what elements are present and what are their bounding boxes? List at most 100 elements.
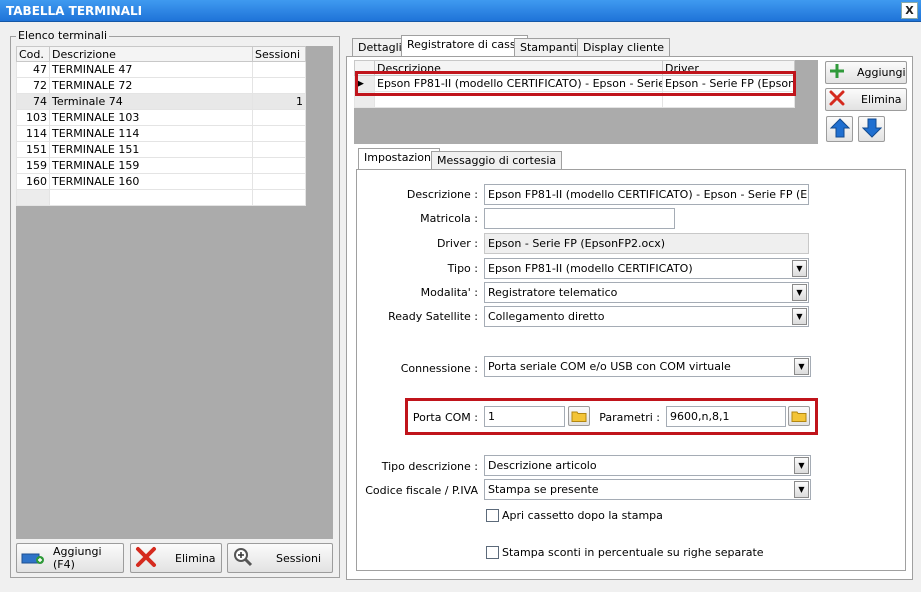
- delete-terminal-button[interactable]: Elimina: [130, 543, 222, 573]
- tab-messaggio-di-cortesia[interactable]: Messaggio di cortesia: [431, 151, 563, 170]
- tab-stampanti[interactable]: Stampanti: [514, 38, 583, 57]
- modalita-select[interactable]: Registratore telematico ▼: [484, 282, 809, 303]
- apri-cassetto-checkbox[interactable]: [486, 509, 499, 522]
- move-up-button[interactable]: [826, 116, 853, 142]
- add-terminal-label: Aggiungi (F4): [53, 545, 102, 571]
- terminals-grid-area: Cod. Descrizione Sessioni 47 TERMINALE 4…: [16, 46, 333, 539]
- cell-cod: 74: [16, 93, 50, 110]
- codice-fiscale-value: Stampa se presente: [488, 483, 599, 496]
- cell-descrizione: TERMINALE 103: [48, 109, 254, 126]
- delete-device-label: Elimina: [861, 93, 902, 106]
- codice-fiscale-select[interactable]: Stampa se presente ▼: [484, 479, 811, 500]
- add-device-label: Aggiungi: [857, 66, 906, 79]
- tab-display-cliente[interactable]: Display cliente: [577, 38, 671, 57]
- modalita-value: Registratore telematico: [488, 286, 618, 299]
- arrow-down-icon: [861, 118, 882, 141]
- device-row-highlight: [355, 71, 796, 96]
- parametri-browse-button[interactable]: [788, 406, 810, 426]
- column-header-cod[interactable]: Cod.: [16, 46, 50, 62]
- table-row[interactable]: 159 TERMINALE 159: [16, 157, 306, 174]
- plus-icon: [829, 63, 845, 82]
- driver-value: Epson - Serie FP (EpsonFP2.ocx): [484, 233, 809, 254]
- connessione-select[interactable]: Porta seriale COM e/o USB con COM virtua…: [484, 356, 811, 377]
- ready-satellite-label: Ready Satellite :: [388, 310, 478, 323]
- tipo-value: Epson FP81-II (modello CERTIFICATO): [488, 262, 693, 275]
- folder-icon: [791, 410, 809, 425]
- move-down-button[interactable]: [858, 116, 885, 142]
- table-row[interactable]: 47 TERMINALE 47: [16, 61, 306, 78]
- column-header-descrizione[interactable]: Descrizione: [48, 46, 254, 62]
- delete-icon: [135, 546, 157, 571]
- parametri-label: Parametri :: [599, 411, 660, 424]
- cell-descrizione: TERMINALE 114: [48, 125, 254, 142]
- delete-terminal-label: Elimina: [175, 551, 216, 565]
- delete-icon: [829, 90, 845, 109]
- ready-satellite-select[interactable]: Collegamento diretto ▼: [484, 306, 809, 327]
- column-header-sessioni[interactable]: Sessioni: [252, 46, 306, 62]
- table-row[interactable]: 114 TERMINALE 114: [16, 125, 306, 142]
- table-row-selected[interactable]: 74 Terminale 74 1: [16, 93, 306, 110]
- cell-sessioni: [252, 109, 306, 126]
- cell-descrizione: Terminale 74: [48, 93, 254, 110]
- sessions-button[interactable]: Sessioni: [227, 543, 333, 573]
- apri-cassetto-label: Apri cassetto dopo la stampa: [502, 509, 663, 522]
- descrizione-input[interactable]: Epson FP81-II (modello CERTIFICATO) - Ep…: [484, 184, 809, 205]
- window-title: TABELLA TERMINALI: [6, 4, 143, 18]
- stampa-sconti-checkbox[interactable]: [486, 546, 499, 559]
- add-device-button[interactable]: Aggiungi: [825, 61, 907, 84]
- chevron-down-icon[interactable]: ▼: [794, 358, 809, 375]
- tipo-descrizione-select[interactable]: Descrizione articolo ▼: [484, 455, 811, 476]
- ready-satellite-value: Collegamento diretto: [488, 310, 605, 323]
- chevron-down-icon[interactable]: ▼: [792, 260, 807, 277]
- chevron-down-icon[interactable]: ▼: [792, 284, 807, 301]
- matricola-label: Matricola :: [420, 212, 478, 225]
- tab-impostazioni[interactable]: Impostazioni: [358, 148, 441, 169]
- cell-sessioni: [252, 141, 306, 158]
- matricola-input[interactable]: [484, 208, 675, 229]
- zoom-icon: [232, 546, 254, 571]
- cell-cod: 47: [16, 61, 50, 78]
- terminals-table: Cod. Descrizione Sessioni 47 TERMINALE 4…: [16, 46, 306, 206]
- cell-descrizione: TERMINALE 151: [48, 141, 254, 158]
- sessions-label: Sessioni: [276, 551, 322, 565]
- add-terminal-button[interactable]: Aggiungi (F4): [16, 543, 124, 573]
- chevron-down-icon[interactable]: ▼: [794, 457, 809, 474]
- cell-cod: 151: [16, 141, 50, 158]
- porta-com-label: Porta COM :: [412, 411, 478, 424]
- cell-sessioni: [252, 61, 306, 78]
- porta-com-browse-button[interactable]: [568, 406, 590, 426]
- window-titlebar: TABELLA TERMINALI: [0, 0, 921, 22]
- driver-label: Driver :: [436, 237, 478, 250]
- chevron-down-icon[interactable]: ▼: [792, 308, 807, 325]
- tipo-select[interactable]: Epson FP81-II (modello CERTIFICATO) ▼: [484, 258, 809, 279]
- delete-device-button[interactable]: Elimina: [825, 88, 907, 111]
- codice-fiscale-label: Codice fiscale / P.IVA: [365, 484, 478, 497]
- parametri-input[interactable]: 9600,n,8,1: [666, 406, 786, 427]
- connessione-label: Connessione :: [400, 362, 478, 375]
- cell-sessioni: [252, 173, 306, 190]
- table-row[interactable]: 103 TERMINALE 103: [16, 109, 306, 126]
- tipo-descrizione-value: Descrizione articolo: [488, 459, 597, 472]
- table-row[interactable]: 160 TERMINALE 160: [16, 173, 306, 190]
- cell-descrizione: TERMINALE 159: [48, 157, 254, 174]
- arrow-up-icon: [829, 117, 850, 141]
- porta-com-input[interactable]: 1: [484, 406, 565, 427]
- tipo-descrizione-label: Tipo descrizione :: [381, 460, 478, 473]
- close-icon: X: [905, 4, 914, 17]
- chevron-down-icon[interactable]: ▼: [794, 481, 809, 498]
- cell-descrizione: TERMINALE 160: [48, 173, 254, 190]
- table-new-row[interactable]: [16, 189, 306, 206]
- cell-sessioni: [252, 77, 306, 94]
- tab-registratore-di-cassa[interactable]: Registratore di cassa: [401, 35, 529, 56]
- table-row[interactable]: 72 TERMINALE 72: [16, 77, 306, 94]
- tab-dettagli[interactable]: Dettagli: [352, 38, 408, 57]
- tipo-label: Tipo :: [447, 262, 478, 275]
- modalita-label: Modalita' :: [420, 286, 478, 299]
- close-button[interactable]: X: [901, 2, 918, 19]
- table-row[interactable]: 151 TERMINALE 151: [16, 141, 306, 158]
- folder-icon: [571, 410, 589, 425]
- add-terminal-icon: [21, 551, 44, 565]
- cell-cod: 160: [16, 173, 50, 190]
- cell-sessioni: [252, 125, 306, 142]
- connessione-value: Porta seriale COM e/o USB con COM virtua…: [488, 360, 731, 373]
